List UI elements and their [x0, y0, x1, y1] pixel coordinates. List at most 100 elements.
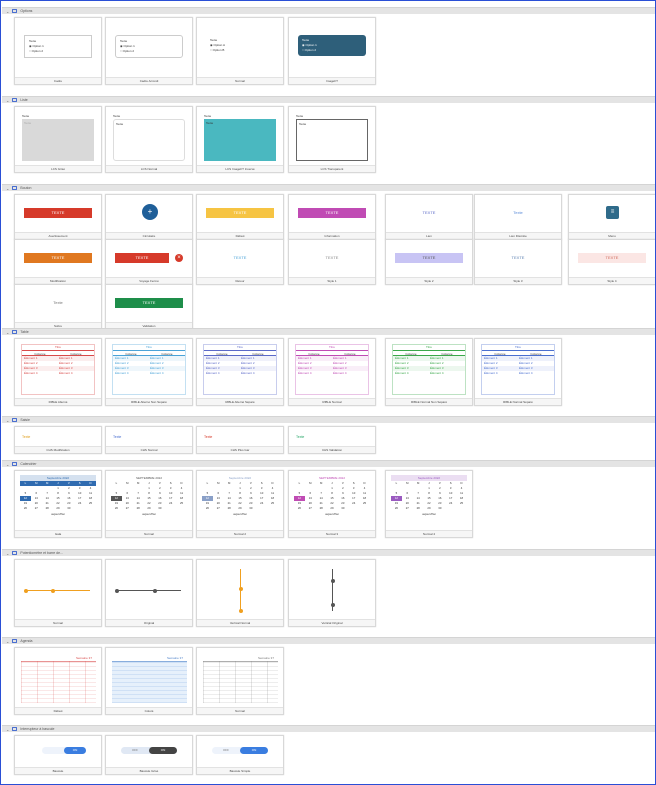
- calendar-day[interactable]: 27: [122, 506, 133, 511]
- table-column-header[interactable]: Colonne: [332, 351, 368, 356]
- radio-option[interactable]: ○ Option 2: [120, 49, 178, 54]
- table-row[interactable]: Élément 4 Élément 4: [296, 371, 368, 376]
- table-row[interactable]: Élément 4 Élément 4: [113, 371, 185, 376]
- template-card-table[interactable]: Titre Colonne Colonne Élément 1 Élément 1 Élé…: [474, 338, 562, 406]
- template-card-cal[interactable]: SEPTEMBRE 2022 L M M J V S D 1 2 3 4 5 6 7 8 9 10 11 12 13 14…: [105, 470, 193, 538]
- template-card-radio[interactable]: Texte ◉ Option 1 ○ Option 2 Cadre: [14, 17, 102, 85]
- table-column-header[interactable]: Colonne: [518, 351, 554, 356]
- section-header-text[interactable]: ⌄ Saisie: [2, 416, 655, 423]
- template-card-range[interactable]: Vertical Original: [288, 559, 376, 627]
- collapse-caret-icon[interactable]: ⌄: [6, 98, 9, 103]
- template-button[interactable]: TEXTE: [298, 253, 366, 263]
- template-card-agenda[interactable]: Semaine 37 Défaut: [14, 647, 102, 715]
- template-card-button[interactable]: TEXTE Retour: [196, 239, 284, 285]
- slider-handle[interactable]: [238, 587, 243, 591]
- calendar-day[interactable]: 30: [245, 506, 256, 511]
- template-card-list[interactable]: Texte Texte LCS Grisé: [14, 106, 102, 173]
- calendar-day[interactable]: [74, 506, 85, 511]
- section-header-list[interactable]: ⌄ Liste: [2, 96, 655, 103]
- section-header-cal[interactable]: ⌄ Calendrier: [2, 460, 655, 467]
- table-column-header[interactable]: Colonne: [22, 351, 58, 356]
- agenda-grid[interactable]: [112, 661, 187, 703]
- calendar-widget[interactable]: Septembre 2022 L M M J V S D 1 2 3 4 5 6 7 8 9 10 11 12 13 14…: [391, 475, 467, 527]
- template-button[interactable]: TEXTE: [395, 253, 463, 263]
- template-card-cal[interactable]: SEPTEMBRE 2022 L M M J V S D 1 2 3 4 5 6 7 8 9 10 11 12 13 14…: [288, 470, 376, 538]
- calendar-day[interactable]: [176, 506, 187, 511]
- calendar-day[interactable]: 26: [391, 506, 402, 511]
- template-card-radio[interactable]: Texte ◉ Option A ○ Option B Normal: [196, 17, 284, 85]
- toggle-switch[interactable]: ON: [42, 747, 86, 754]
- toggle-on-label[interactable]: ON: [149, 747, 177, 754]
- section-header-range[interactable]: ⌄ Potentiomètre et barre de...: [2, 549, 655, 556]
- calendar-day[interactable]: 30: [63, 506, 74, 511]
- collapse-caret-icon[interactable]: ⌄: [6, 186, 9, 191]
- template-card-table[interactable]: Titre Colonne Colonne Élément 1 Élément 1 Élé…: [105, 338, 193, 406]
- close-icon[interactable]: ×: [175, 254, 183, 262]
- calendar-day[interactable]: [85, 506, 96, 511]
- slider-handle[interactable]: [330, 603, 335, 607]
- template-card-button[interactable]: ≡ Menu: [568, 194, 655, 240]
- slider-handle[interactable]: [115, 588, 119, 593]
- template-card-button[interactable]: TEXTE Style 2: [385, 239, 473, 285]
- template-card-toggle[interactable]: ON Bascule: [14, 735, 102, 775]
- template-card-button[interactable]: TEXTE Lien: [385, 194, 473, 240]
- calendar-day[interactable]: 30: [434, 506, 445, 511]
- calendar-day[interactable]: 26: [202, 506, 213, 511]
- template-card-button[interactable]: TEXTE Modification: [14, 239, 102, 285]
- template-card-radio[interactable]: Texte ◉ Option 1 ○ Option 2 Cadre Arrondi: [105, 17, 193, 85]
- template-card-text[interactable]: Texte CHS Validation: [288, 426, 376, 454]
- table-row[interactable]: Élément 4 Élément 4: [393, 371, 465, 376]
- calendar-day[interactable]: 27: [31, 506, 42, 511]
- template-button[interactable]: TEXTE: [115, 253, 169, 263]
- calendar-widget[interactable]: Septembre 2022 L M M J V S D 1 2 3 4 5 6 7 8 9 10 11 12 13 14…: [20, 475, 96, 527]
- text-input-value[interactable]: Texte: [22, 435, 30, 439]
- template-card-list[interactable]: Texte Texte LCS Transparent: [288, 106, 376, 173]
- template-card-cal[interactable]: Septembre 2022 L M M J V S D 1 2 3 4 5 6 7 8 9 10 11 12 13 14…: [385, 470, 473, 538]
- calendar-day[interactable]: [267, 506, 278, 511]
- list-box[interactable]: Texte: [296, 119, 368, 161]
- template-card-list[interactable]: Texte Texte LCS ImageFT Inversé: [196, 106, 284, 173]
- calendar-day[interactable]: 27: [213, 506, 224, 511]
- table-row[interactable]: Élément 4 Élément 4: [22, 371, 94, 376]
- template-button[interactable]: ≡: [606, 206, 619, 219]
- template-card-toggle[interactable]: OFF ON Bascule Simple: [196, 735, 284, 775]
- slider-handle[interactable]: [153, 588, 157, 593]
- toggle-on-label[interactable]: ON: [64, 747, 86, 754]
- radio-option[interactable]: ○ Option 2: [302, 48, 362, 53]
- calendar-day[interactable]: 30: [154, 506, 165, 511]
- template-card-button[interactable]: Texte Sobre: [14, 284, 102, 330]
- collapse-caret-icon[interactable]: ⌄: [6, 418, 9, 423]
- today-link[interactable]: aujourd'hui: [294, 511, 370, 517]
- template-card-button[interactable]: TEXTE Information: [288, 194, 376, 240]
- calendar-day[interactable]: [359, 506, 370, 511]
- template-card-range[interactable]: Normal: [14, 559, 102, 627]
- template-button[interactable]: TEXTE: [206, 253, 274, 263]
- collapse-caret-icon[interactable]: ⌄: [6, 9, 9, 14]
- toggle-switch[interactable]: OFF ON: [121, 747, 177, 754]
- calendar-day[interactable]: 27: [305, 506, 316, 511]
- template-card-button[interactable]: Texte Lien Discrète: [474, 194, 562, 240]
- table-row[interactable]: Élément 4 Élément 4: [482, 371, 554, 376]
- template-button[interactable]: TEXTE: [578, 253, 646, 263]
- collapse-caret-icon[interactable]: ⌄: [6, 639, 9, 644]
- template-button[interactable]: +: [142, 204, 158, 220]
- template-card-button[interactable]: TEXTE × Voyage Fermé: [105, 239, 193, 285]
- template-card-toggle[interactable]: OFF ON Bascule Grisé: [105, 735, 193, 775]
- template-card-button[interactable]: TEXTE Avertissement: [14, 194, 102, 240]
- section-header-toggle[interactable]: ⌄ Interrupteur à bascule: [2, 725, 655, 732]
- slider-handle[interactable]: [24, 588, 28, 593]
- calendar-day[interactable]: 26: [111, 506, 122, 511]
- calendar-day[interactable]: 26: [20, 506, 31, 511]
- calendar-day[interactable]: [256, 506, 267, 511]
- table-row[interactable]: Élément 4 Élément 4: [204, 371, 276, 376]
- collapse-caret-icon[interactable]: ⌄: [6, 462, 9, 467]
- template-card-button[interactable]: TEXTE Style 4: [568, 239, 655, 285]
- toggle-off-label[interactable]: OFF: [121, 747, 149, 754]
- template-card-range[interactable]: Vertical Normal: [196, 559, 284, 627]
- template-card-table[interactable]: Titre Colonne Colonne Élément 1 Élément 1 Élé…: [14, 338, 102, 406]
- calendar-widget[interactable]: Septembre 2022 L M M J V S D 1 2 3 4 5 6 7 8 9 10 11 12 13 14…: [202, 475, 278, 527]
- template-card-list[interactable]: Texte Texte LCS Normal: [105, 106, 193, 173]
- toggle-off-label[interactable]: OFF: [212, 747, 240, 754]
- template-button[interactable]: TEXTE: [115, 298, 183, 308]
- list-box[interactable]: Texte: [22, 119, 94, 161]
